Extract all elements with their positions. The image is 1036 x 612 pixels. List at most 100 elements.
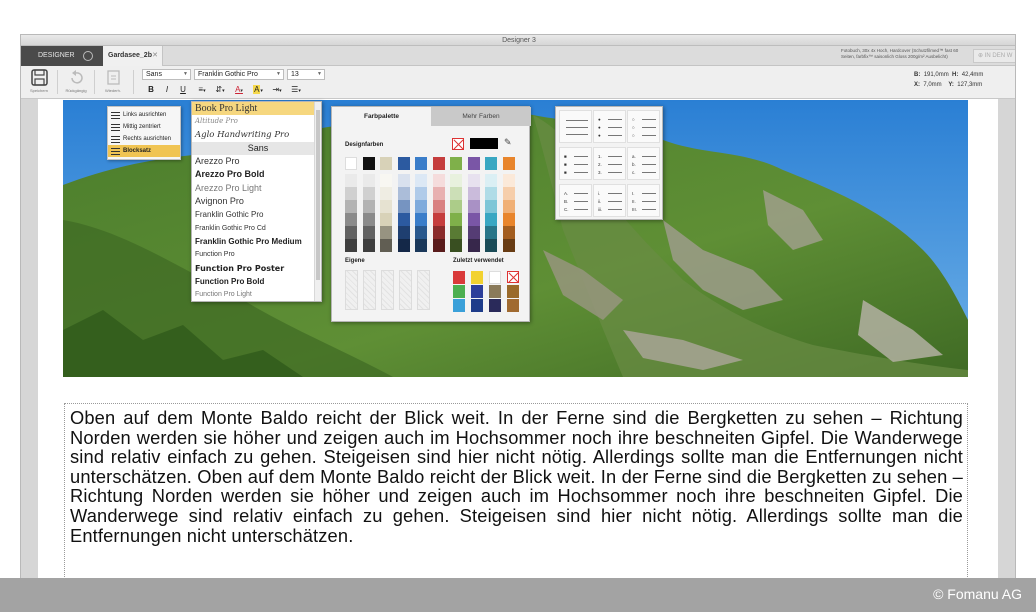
color-swatch[interactable] [362,213,375,226]
font-option[interactable]: Arezzo Pro [192,155,321,168]
eyedropper-icon[interactable]: ✎ [504,137,512,148]
bold-button[interactable]: B [145,84,157,96]
own-color-slot[interactable] [345,270,358,310]
color-swatch[interactable] [380,187,392,200]
current-color-swatch[interactable] [470,138,498,149]
color-swatch[interactable] [415,213,427,226]
save-button[interactable]: Speichern [24,68,54,97]
color-swatch[interactable] [397,239,410,252]
color-swatch[interactable] [502,174,515,187]
own-color-slot[interactable] [417,270,430,310]
menu-item-align-left[interactable]: Links ausrichten [108,109,180,121]
tab-palette[interactable]: Farbpalette [332,107,431,126]
color-swatch[interactable] [432,226,445,239]
font-option[interactable]: Arezzo Pro Light [192,182,321,195]
color-swatch[interactable] [450,200,462,213]
color-swatch[interactable] [485,187,497,200]
color-swatch[interactable] [362,200,375,213]
body-text-frame[interactable]: Oben auf dem Monte Baldo reicht der Blic… [64,403,968,578]
recent-color-swatch[interactable] [489,285,501,298]
color-swatch[interactable] [450,187,462,200]
font-option[interactable]: Function Pro Bold [192,275,321,288]
color-swatch[interactable] [432,157,445,170]
color-swatch[interactable] [362,226,375,239]
color-swatch[interactable] [502,239,515,252]
font-option[interactable]: Function Pro Light [192,288,321,301]
color-swatch[interactable] [415,239,427,252]
color-swatch[interactable] [467,174,480,187]
color-swatch[interactable] [345,239,357,252]
align-button[interactable]: ≡▾ [194,84,210,96]
color-swatch[interactable] [467,239,480,252]
color-swatch[interactable] [380,174,392,187]
color-swatch[interactable] [415,174,427,187]
list-style-letters[interactable]: a. b. c. [627,147,660,180]
font-option[interactable]: Function Pro Poster [192,262,321,275]
body-text[interactable]: Oben auf dem Monte Baldo reicht der Blic… [70,408,963,545]
color-swatch[interactable] [467,200,480,213]
color-swatch[interactable] [432,239,445,252]
font-list-scrollbar[interactable] [314,102,321,301]
color-swatch[interactable] [502,200,515,213]
color-swatch[interactable] [397,157,410,170]
color-swatch[interactable] [502,226,515,239]
color-swatch[interactable] [502,187,515,200]
color-swatch[interactable] [345,213,357,226]
scroll-thumb[interactable] [316,110,320,280]
tab-more-colors[interactable]: Mehr Farben [431,107,531,126]
list-style-none[interactable] [559,110,592,143]
color-swatch[interactable] [450,239,462,252]
close-icon[interactable]: ✕ [152,46,158,66]
recent-color-swatch[interactable] [471,285,483,298]
color-swatch[interactable] [345,187,357,200]
style-select[interactable]: Sans ▼ [142,69,191,80]
recent-color-swatch[interactable] [453,271,465,284]
no-color-recent-icon[interactable] [507,271,519,283]
color-swatch[interactable] [397,226,410,239]
color-swatch[interactable] [450,226,462,239]
color-swatch[interactable] [397,174,410,187]
color-swatch[interactable] [415,157,427,170]
gear-icon[interactable] [83,51,93,61]
size-select[interactable]: 13 ▼ [287,69,325,80]
color-swatch[interactable] [450,157,462,170]
color-swatch[interactable] [345,174,357,187]
undo-button[interactable]: Rückgängig [61,68,91,97]
text-color-button[interactable]: A▾ [231,84,247,96]
font-option[interactable]: Book Pro Light [192,102,321,116]
menu-item-align-center[interactable]: Mittig zentriert [108,121,180,133]
cart-button[interactable]: ⊕ IN DEN W [973,49,1015,63]
color-swatch[interactable] [415,200,427,213]
color-swatch[interactable] [432,187,445,200]
color-swatch[interactable] [380,226,392,239]
font-option[interactable]: Function Pro [192,248,321,261]
color-swatch[interactable] [362,239,375,252]
font-option[interactable]: Altitude Pro [192,115,321,128]
recent-color-swatch[interactable] [489,299,501,312]
color-swatch[interactable] [502,213,515,226]
color-swatch[interactable] [415,187,427,200]
menu-item-justify[interactable]: Blocksatz [108,145,180,157]
list-style-caps[interactable]: A. B. C. [559,184,592,217]
color-swatch[interactable] [362,174,375,187]
color-swatch[interactable] [450,174,462,187]
color-swatch[interactable] [467,226,480,239]
color-swatch[interactable] [432,213,445,226]
color-swatch[interactable] [467,213,480,226]
menu-item-align-right[interactable]: Rechts ausrichten [108,133,180,145]
recent-color-swatch[interactable] [507,299,519,312]
list-style-roman-small[interactable]: i. ii. iii. [593,184,626,217]
recent-color-swatch[interactable] [489,271,501,284]
font-option[interactable]: Arezzo Pro Bold [192,168,321,181]
list-button[interactable]: ☰▾ [288,84,304,96]
color-swatch[interactable] [485,226,497,239]
color-swatch[interactable] [450,213,462,226]
recent-color-swatch[interactable] [471,271,483,284]
list-style-squares[interactable]: ■ ■ ■ [559,147,592,180]
tab-document[interactable]: Gardasee_2b ✕ [103,46,163,66]
color-swatch[interactable] [467,187,480,200]
underline-button[interactable]: U [177,84,189,96]
color-swatch[interactable] [362,157,375,170]
recent-color-swatch[interactable] [471,299,483,312]
color-swatch[interactable] [380,239,392,252]
